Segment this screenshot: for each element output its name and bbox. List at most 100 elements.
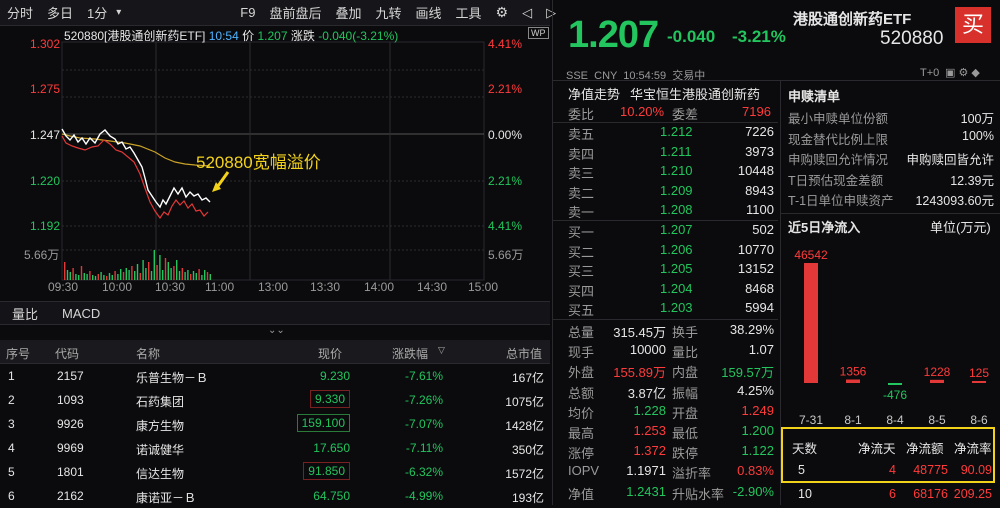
- table-row[interactable]: 5 1801 信达生物 91.850 -6.32% 1572亿: [0, 460, 550, 484]
- jiuzhuan-button[interactable]: 九转: [369, 3, 409, 22]
- volume-bar: [176, 260, 178, 280]
- tab-multiday[interactable]: 多日: [40, 3, 80, 22]
- bid-volume: 502: [752, 222, 774, 237]
- stat-label: 开盘: [672, 405, 699, 421]
- volume-bar: [97, 274, 99, 280]
- stat-label: 均价: [568, 405, 595, 421]
- volume-bar: [170, 268, 172, 280]
- volume-bar: [206, 272, 209, 280]
- sub-label: 申购赎回允许情况: [788, 153, 889, 167]
- bid-price[interactable]: 1.203: [660, 300, 693, 315]
- stat-label: 振幅: [672, 385, 699, 401]
- ask-volume: 8943: [745, 182, 774, 198]
- bid-label: 买二: [568, 244, 595, 260]
- collapse-chevron-icon[interactable]: ⌄⌄: [268, 325, 285, 336]
- buy-button[interactable]: 买: [955, 7, 991, 43]
- y-right-5: 4.41%: [488, 219, 523, 233]
- change-label: 涨跌: [290, 29, 315, 43]
- sum-flow-rate: 209.25: [953, 487, 992, 501]
- row-price: 64.750: [313, 489, 350, 503]
- row-no: 1: [8, 369, 15, 383]
- ask-price[interactable]: 1.210: [660, 163, 693, 178]
- stat-value: 1.2431: [626, 483, 666, 499]
- volume-bar: [131, 266, 133, 280]
- chart-header: 520880[港股通创新药ETF] 10:54 价 1.207 涨跌 -0.04…: [64, 27, 398, 44]
- stat-label: 涨停: [568, 446, 595, 462]
- period-select[interactable]: 1分: [80, 3, 114, 22]
- ask-price[interactable]: 1.208: [660, 202, 693, 217]
- volume-bar: [108, 273, 111, 280]
- table-row[interactable]: 6 2162 康诺亚－Ｂ 64.750 -4.99% 193亿: [0, 484, 550, 508]
- flow-bar: [804, 263, 818, 383]
- table-row[interactable]: 1 2157 乐普生物－Ｂ 9.230 -7.61% 167亿: [0, 364, 550, 388]
- x-tick: 13:00: [258, 280, 289, 294]
- bid-volume: 13152: [737, 261, 774, 276]
- sub-value: 申购赎回皆允许: [906, 153, 994, 167]
- volume-bar: [94, 276, 97, 280]
- row-name: 乐普生物－Ｂ: [136, 371, 209, 385]
- row-price: 9.230: [319, 369, 350, 383]
- volume-bar: [125, 268, 127, 280]
- stat-label: 升贴水率: [672, 486, 725, 502]
- sum-header: 净流天: [858, 442, 896, 456]
- col-code[interactable]: 代码: [55, 345, 79, 362]
- col-name[interactable]: 名称: [136, 345, 160, 362]
- sum-days: 5: [798, 463, 805, 477]
- chevron-down-icon[interactable]: ▾: [114, 7, 141, 18]
- sort-icon[interactable]: ▽: [438, 345, 445, 356]
- y-right-3: 0.00%: [488, 128, 523, 142]
- volume-bar: [86, 274, 88, 280]
- sub-value: 12.39元: [950, 173, 994, 188]
- bid-price[interactable]: 1.206: [660, 242, 693, 257]
- volume-bar: [122, 272, 125, 280]
- table-row[interactable]: 4 9969 诺诚健华 17.650 -7.11% 350亿: [0, 436, 550, 460]
- ask-label: 卖二: [568, 185, 595, 201]
- row-code: 2162: [57, 489, 84, 503]
- bid-price[interactable]: 1.205: [660, 261, 693, 276]
- col-price[interactable]: 现价: [318, 345, 342, 362]
- chart-toolbar: 分时 多日 1分 ▾ F9 盘前盘后 叠加 九转 画线 工具 ⚙ ◁ ▷: [0, 0, 556, 26]
- ask-price[interactable]: 1.211: [660, 144, 692, 159]
- y-right-4: 2.21%: [488, 174, 523, 188]
- tools-button[interactable]: 工具: [449, 3, 489, 22]
- tab-intraday[interactable]: 分时: [0, 3, 40, 22]
- tool-icons[interactable]: ▣ ⚙ ◆: [945, 66, 980, 79]
- stat-value: 1.1971: [626, 463, 666, 479]
- draw-button[interactable]: 画线: [409, 3, 449, 22]
- row-price: 9.330: [309, 390, 350, 408]
- stat-value: 1.253: [633, 423, 666, 438]
- x-tick: 10:30: [155, 280, 186, 294]
- fund-name: 港股通创新药ETF: [793, 11, 912, 28]
- wp-button[interactable]: WP: [528, 27, 549, 39]
- sub-label: 现金替代比例上限: [788, 132, 889, 147]
- tab-macd[interactable]: MACD: [50, 306, 112, 321]
- row-price: 91.850: [303, 462, 350, 480]
- tab-volume-ratio[interactable]: 量比: [0, 304, 50, 323]
- row-name: 康诺亚－Ｂ: [136, 491, 197, 505]
- flow-bar: [930, 379, 944, 383]
- bid-label: 买一: [568, 225, 595, 240]
- row-name: 石药集团: [136, 395, 185, 409]
- nav-trend-link[interactable]: 净值走势: [568, 84, 620, 103]
- gear-icon[interactable]: ⚙: [489, 4, 516, 21]
- bid-price[interactable]: 1.204: [660, 281, 693, 296]
- bid-price[interactable]: 1.207: [660, 222, 693, 237]
- ask-price[interactable]: 1.212: [660, 124, 693, 139]
- flow-day-label: 8-6: [970, 413, 988, 425]
- col-change[interactable]: 涨跌幅: [392, 345, 428, 362]
- back-icon[interactable]: ◁: [515, 5, 539, 21]
- col-cap[interactable]: 总市值: [506, 345, 542, 362]
- table-row[interactable]: 2 1093 石药集团 9.330 -7.26% 1075亿: [0, 388, 550, 412]
- row-cap: 1075亿: [505, 395, 544, 409]
- row-name: 诺诚健华: [136, 443, 185, 457]
- table-row[interactable]: 3 9926 康方生物 159.100 -7.07% 1428亿: [0, 412, 550, 436]
- ask-price[interactable]: 1.209: [660, 183, 693, 198]
- volume-bar: [148, 262, 150, 280]
- f9-button[interactable]: F9: [233, 5, 262, 20]
- x-tick: 13:30: [310, 280, 341, 294]
- premarket-button[interactable]: 盘前盘后: [262, 3, 328, 22]
- col-no[interactable]: 序号: [6, 345, 30, 362]
- overlay-button[interactable]: 叠加: [328, 3, 368, 22]
- volume-bar: [80, 266, 83, 280]
- y-right-1: 4.41%: [488, 37, 523, 51]
